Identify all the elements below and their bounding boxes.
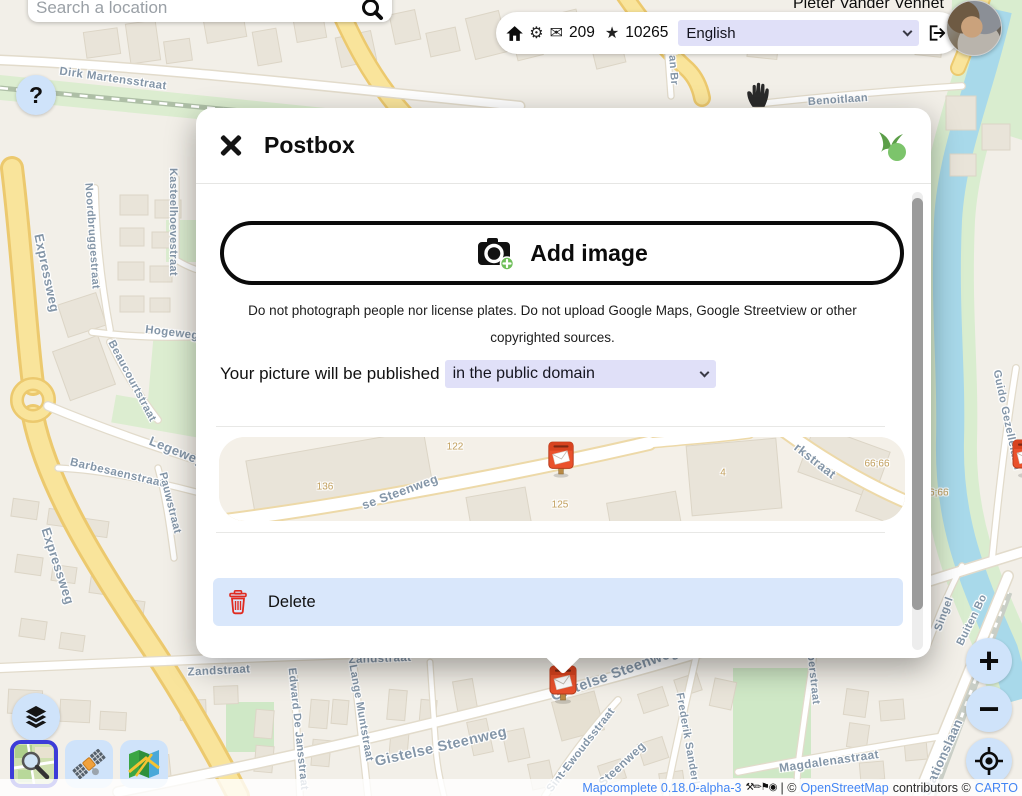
street-label: Expressweg [31, 232, 62, 313]
housenumber-label: 136 [317, 482, 334, 493]
attribution-separator: | © [781, 781, 797, 795]
popup-header: Postbox [196, 108, 931, 184]
satellite-icon [71, 746, 107, 782]
add-image-button[interactable]: Add image [220, 221, 904, 285]
folded-map-icon [126, 746, 162, 782]
crosshair-icon [974, 746, 1004, 776]
street-label: Barbesaenstraat [69, 456, 165, 489]
location-minimap[interactable]: se Steenweg rkstraat 122 136 125 4 66;66 [219, 437, 905, 521]
osm-link[interactable]: OpenStreetMap [800, 781, 888, 795]
search-input[interactable] [36, 0, 360, 18]
trash-icon [228, 590, 248, 615]
delete-button[interactable]: Delete [213, 578, 903, 626]
street-label: Dirk Martensstraat [59, 66, 168, 93]
add-image-label: Add image [530, 240, 648, 267]
street-label: Pauwstraat [157, 471, 184, 535]
attribution-bar: Mapcomplete 0.18.0-alpha-3 ⚒✏⚑◉ | © Open… [0, 779, 1022, 796]
layers-button[interactable] [12, 693, 60, 741]
street-label: Singel [932, 595, 955, 632]
carto-link[interactable]: CARTO [975, 781, 1018, 795]
avatar[interactable] [946, 0, 1002, 56]
minimap-labels: se Steenweg rkstraat 122 136 125 4 66;66 [219, 437, 905, 521]
street-label: Frederik Sanderla [673, 692, 702, 792]
app-viewport: Dirk Martensstraat Expressweg Noordbrugges… [0, 0, 1022, 796]
attribution-icons: ⚒✏⚑◉ [745, 782, 776, 793]
street-label: Magdalenastraat [778, 747, 880, 775]
delete-label: Delete [268, 593, 316, 612]
street-label: Gistelse Steenweg [373, 724, 508, 770]
housenumber-label: 125 [552, 500, 569, 511]
chevron-down-icon [699, 368, 709, 378]
divider [216, 426, 885, 427]
street-label: Hogeweg [145, 324, 200, 342]
zoom-in-button[interactable]: + [966, 638, 1012, 684]
logout-icon[interactable] [925, 22, 946, 44]
language-value: English [686, 25, 735, 42]
search-icon[interactable] [360, 0, 384, 21]
street-label: Kasteelhoevestraat [167, 168, 179, 276]
street-label: Noordbruggestraat [82, 183, 101, 290]
help-label: ? [29, 82, 43, 109]
street-label: Lange Muntstraat [347, 664, 376, 763]
street-label: Benoitlaan [808, 92, 869, 108]
popup-title: Postbox [264, 132, 355, 159]
street-label: Beaucourtstraat [105, 338, 158, 423]
scrollbar-thumb[interactable] [912, 198, 923, 610]
search-bar [28, 0, 392, 22]
messages-count: 209 [569, 24, 595, 42]
hand-cursor-icon [744, 80, 772, 108]
license-select[interactable]: in the public domain [445, 360, 716, 388]
street-label: Zandstraat [187, 663, 250, 678]
geolocate-button[interactable] [966, 738, 1012, 784]
license-prefix: Your picture will be published [220, 364, 440, 384]
user-toolbar: ⚙ ✉ 209 ★ 10265 English [496, 12, 960, 54]
mapcomplete-version-link[interactable]: Mapcomplete 0.18.0-alpha-3 [582, 781, 741, 795]
housenumber-label: 66;66 [864, 459, 889, 470]
mail-icon[interactable]: ✉ [550, 23, 563, 43]
chevron-down-icon [902, 27, 912, 37]
stars-count: 10265 [625, 24, 668, 42]
language-select[interactable]: English [678, 20, 919, 46]
mapcomplete-logo-icon [873, 128, 909, 164]
divider [216, 532, 885, 533]
street-label: Expressweg [39, 526, 78, 607]
postbox-popup: Postbox Add image Do not photograph peop… [196, 108, 931, 658]
home-icon[interactable] [506, 25, 523, 42]
help-button[interactable]: ? [16, 75, 56, 115]
license-value: in the public domain [453, 365, 595, 383]
attribution-contributors: contributors © [893, 781, 971, 795]
license-row: Your picture will be published in the pu… [220, 360, 905, 388]
street-label: rkstraat [791, 440, 838, 481]
gear-icon[interactable]: ⚙ [529, 23, 543, 43]
image-policy-note: Do not photograph people nor license pla… [220, 297, 885, 351]
star-icon: ★ [605, 23, 619, 43]
layers-icon [21, 702, 51, 732]
postbox-marker-edge[interactable] [1010, 438, 1022, 478]
popup-body: Add image Do not photograph people nor l… [196, 185, 905, 650]
popup-scrollbar[interactable] [912, 192, 923, 650]
housenumber-label: 122 [447, 442, 464, 453]
street-label: Edward De Jansstraat [286, 667, 311, 791]
zoom-out-button[interactable]: − [966, 686, 1012, 732]
street-label: se Steenweg [360, 472, 440, 513]
housenumber-label: 4 [720, 468, 726, 479]
close-icon[interactable] [218, 133, 244, 159]
camera-icon [476, 235, 516, 271]
